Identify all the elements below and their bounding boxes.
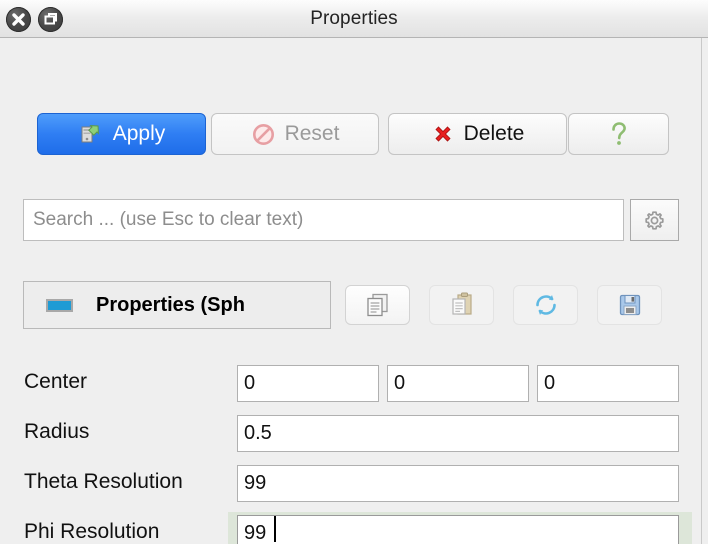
- search-settings-button[interactable]: [630, 199, 679, 241]
- copy-icon: [363, 291, 393, 319]
- phi-resolution-input[interactable]: [237, 515, 679, 544]
- properties-group-title: Properties (Sph: [96, 293, 245, 316]
- apply-button[interactable]: Apply: [37, 113, 206, 155]
- red-x-icon: [431, 122, 455, 146]
- center-z-input[interactable]: [537, 365, 679, 402]
- property-label: Center: [24, 370, 88, 393]
- property-row-phi-resolution: Phi Resolution: [0, 508, 702, 544]
- paste-button[interactable]: [429, 285, 494, 325]
- help-button[interactable]: [568, 113, 669, 155]
- minus-collapse-icon[interactable]: [46, 298, 73, 312]
- apply-button-label: Apply: [112, 122, 166, 145]
- property-row-radius: Radius: [0, 408, 702, 458]
- scroll-gutter[interactable]: [702, 38, 708, 544]
- reset-button[interactable]: Reset: [211, 113, 379, 155]
- center-y-input[interactable]: [387, 365, 529, 402]
- panel-body: Apply Reset Delete Search ... (use Esc t…: [0, 38, 708, 544]
- property-row-theta-resolution: Theta Resolution: [0, 458, 702, 508]
- property-row-center: Center: [0, 358, 702, 408]
- properties-group-header[interactable]: Properties (Sph: [23, 281, 331, 329]
- reset-button-label: Reset: [284, 122, 340, 145]
- center-x-input[interactable]: [237, 365, 379, 402]
- title-bar: Properties: [0, 0, 708, 38]
- properties-panel-window: Properties Apply Reset Delete Search ...…: [0, 0, 708, 544]
- no-entry-icon: [251, 122, 276, 147]
- save-floppy-icon: [617, 292, 643, 318]
- delete-button[interactable]: Delete: [388, 113, 567, 155]
- search-input[interactable]: [23, 199, 624, 241]
- paste-icon: [447, 291, 477, 319]
- property-label: Radius: [24, 420, 90, 443]
- copy-button[interactable]: [345, 285, 410, 325]
- window-title: Properties: [310, 8, 398, 29]
- save-button[interactable]: [597, 285, 662, 325]
- text-cursor: [274, 516, 276, 542]
- gear-icon: [642, 208, 667, 233]
- property-label: Phi Resolution: [24, 520, 160, 543]
- theta-resolution-input[interactable]: [237, 465, 679, 502]
- apply-server-arrow-icon: [78, 121, 104, 147]
- refresh-icon: [532, 291, 560, 319]
- property-label: Theta Resolution: [24, 470, 183, 493]
- question-mark-icon: [606, 120, 632, 148]
- delete-button-label: Delete: [463, 122, 525, 145]
- refresh-button[interactable]: [513, 285, 578, 325]
- radius-input[interactable]: [237, 415, 679, 452]
